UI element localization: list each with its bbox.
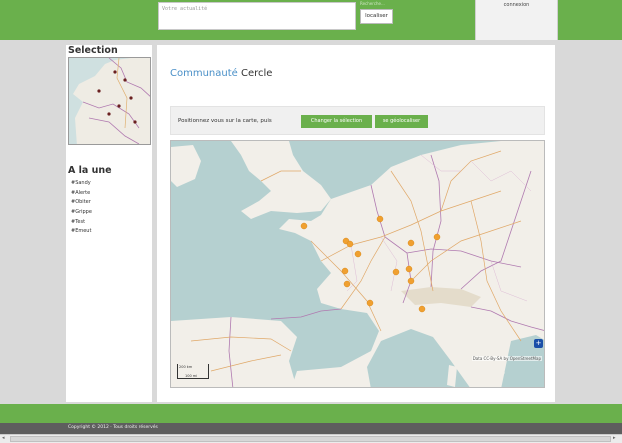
minimap-marker <box>113 70 117 74</box>
map-graphic <box>171 141 544 387</box>
minimap-marker <box>129 96 133 100</box>
circle-label: Cercle <box>241 68 273 79</box>
scroll-left-icon[interactable]: ◂ <box>2 435 5 441</box>
position-instruction: Positionnez vous sur la carte, puis <box>178 118 272 124</box>
map-marker[interactable] <box>418 305 426 313</box>
page-title: Communauté Cercle <box>170 68 272 79</box>
locate-button[interactable]: localiser <box>360 9 393 24</box>
community-link[interactable]: Communauté <box>170 68 238 79</box>
geolocate-button[interactable]: se géolocaliser <box>375 115 428 128</box>
search-hint: Recherche... <box>360 1 385 6</box>
tag-link[interactable]: #Emeut <box>71 228 91 234</box>
map-marker[interactable] <box>433 233 441 241</box>
tag-link[interactable]: #Grippe <box>71 209 92 215</box>
tag-link[interactable]: #Test <box>71 219 85 225</box>
map-marker[interactable] <box>343 280 351 288</box>
map-marker[interactable] <box>346 240 354 248</box>
scrollbar-thumb[interactable] <box>10 436 611 442</box>
scale-label-km: 200 km <box>179 365 193 369</box>
tag-link[interactable]: #Alerte <box>71 190 90 196</box>
login-panel[interactable]: connexion <box>475 0 558 40</box>
scale-label-mi: 100 mi <box>185 374 198 378</box>
map-marker[interactable] <box>392 268 400 276</box>
tag-link[interactable]: #Obiter <box>71 199 91 205</box>
map-marker[interactable] <box>407 277 415 285</box>
minimap-marker <box>117 104 121 108</box>
map-marker[interactable] <box>354 250 362 258</box>
minimap-marker <box>123 78 127 82</box>
map-marker[interactable] <box>341 267 349 275</box>
une-title: A la une <box>68 165 112 176</box>
minimap-marker <box>97 89 101 93</box>
tag-link[interactable]: #Sandy <box>71 180 91 186</box>
change-selection-button[interactable]: Changer la sélection <box>301 115 372 128</box>
minimap-graphic <box>69 58 150 144</box>
copyright-text: Copyright © 2012 · Tous droits réservés <box>68 425 158 430</box>
scroll-right-icon[interactable]: ▸ <box>613 435 616 441</box>
plus-icon[interactable]: + <box>534 339 543 348</box>
map-marker[interactable] <box>300 222 308 230</box>
map-marker[interactable] <box>366 299 374 307</box>
login-label[interactable]: connexion <box>504 2 530 8</box>
map-marker[interactable] <box>407 239 415 247</box>
selection-minimap[interactable] <box>68 57 151 145</box>
map-view[interactable]: Data CC-By-SA by OpenStreetMap 200 km 10… <box>170 140 545 388</box>
footer-bar <box>0 404 622 423</box>
map-marker[interactable] <box>405 265 413 273</box>
minimap-marker <box>133 120 137 124</box>
map-marker[interactable] <box>376 215 384 223</box>
minimap-marker <box>107 112 111 116</box>
selection-title: Selection <box>68 45 118 56</box>
search-input[interactable]: Votre actualité <box>158 2 356 30</box>
map-attribution[interactable]: Data CC-By-SA by OpenStreetMap <box>471 356 542 361</box>
